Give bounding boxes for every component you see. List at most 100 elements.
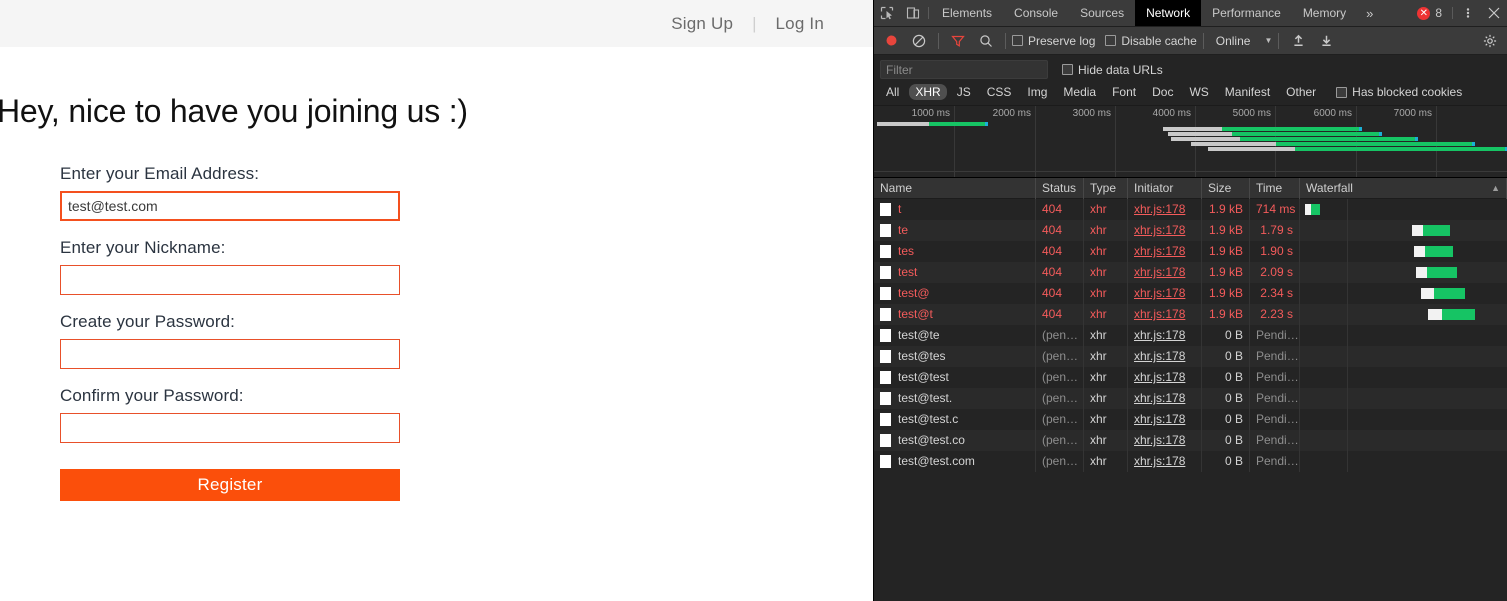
throttling-dropdown[interactable]: Online ▼ bbox=[1216, 34, 1273, 48]
tab-elements[interactable]: Elements bbox=[931, 0, 1003, 26]
more-options-icon[interactable] bbox=[1455, 0, 1481, 26]
error-count-badge[interactable]: ✕ 8 bbox=[1409, 0, 1450, 26]
column-header-size[interactable]: Size bbox=[1202, 178, 1250, 199]
column-header-initiator[interactable]: Initiator bbox=[1128, 178, 1202, 199]
cell-initiator: xhr.js:178 bbox=[1128, 325, 1202, 346]
tab-console[interactable]: Console bbox=[1003, 0, 1069, 26]
table-row[interactable]: te 404 xhr xhr.js:178 1.9 kB 1.79 s bbox=[874, 220, 1507, 241]
table-row[interactable]: test@te (pen… xhr xhr.js:178 0 B Pendi… bbox=[874, 325, 1507, 346]
field-email: Enter your Email Address: bbox=[60, 164, 400, 221]
overview-bar bbox=[1170, 137, 1418, 141]
close-icon[interactable] bbox=[1481, 0, 1507, 26]
initiator-link[interactable]: xhr.js:178 bbox=[1134, 307, 1185, 321]
device-toolbar-icon[interactable] bbox=[900, 0, 926, 26]
hide-data-urls-checkbox[interactable]: Hide data URLs bbox=[1062, 63, 1163, 77]
initiator-link[interactable]: xhr.js:178 bbox=[1134, 286, 1185, 300]
waterfall-divider bbox=[1347, 367, 1348, 388]
initiator-link[interactable]: xhr.js:178 bbox=[1134, 391, 1185, 405]
cell-initiator: xhr.js:178 bbox=[1128, 451, 1202, 472]
table-row[interactable]: test 404 xhr xhr.js:178 1.9 kB 2.09 s bbox=[874, 262, 1507, 283]
document-icon bbox=[880, 287, 891, 300]
tab-memory[interactable]: Memory bbox=[1292, 0, 1357, 26]
chevron-down-icon: ▼ bbox=[1264, 36, 1273, 45]
toolbar-divider-1 bbox=[938, 32, 939, 49]
password-input[interactable] bbox=[60, 339, 400, 369]
column-header-name[interactable]: Name bbox=[874, 178, 1036, 199]
type-filter-img[interactable]: Img bbox=[1021, 84, 1053, 100]
filter-input[interactable] bbox=[880, 60, 1048, 79]
type-filter-css[interactable]: CSS bbox=[981, 84, 1018, 100]
more-tabs-icon[interactable]: » bbox=[1357, 0, 1382, 26]
cell-waterfall bbox=[1300, 346, 1507, 367]
type-filter-manifest[interactable]: Manifest bbox=[1219, 84, 1276, 100]
log-in-link[interactable]: Log In bbox=[774, 14, 826, 34]
import-har-icon[interactable] bbox=[1285, 28, 1311, 54]
table-row[interactable]: test@test.c (pen… xhr xhr.js:178 0 B Pendi… bbox=[874, 409, 1507, 430]
cell-waterfall bbox=[1300, 430, 1507, 451]
initiator-link[interactable]: xhr.js:178 bbox=[1134, 349, 1185, 363]
cell-name: test@ bbox=[874, 283, 1036, 304]
inspect-element-icon[interactable] bbox=[874, 0, 900, 26]
type-filter-ws[interactable]: WS bbox=[1183, 84, 1214, 100]
table-header-row: Name Status Type Initiator Size Time Wat… bbox=[874, 178, 1507, 199]
type-filter-js[interactable]: JS bbox=[951, 84, 977, 100]
tab-performance[interactable]: Performance bbox=[1201, 0, 1292, 26]
initiator-link[interactable]: xhr.js:178 bbox=[1134, 412, 1185, 426]
nickname-input[interactable] bbox=[60, 265, 400, 295]
record-icon[interactable] bbox=[878, 28, 904, 54]
search-icon[interactable] bbox=[973, 28, 999, 54]
table-row[interactable]: test@ 404 xhr xhr.js:178 1.9 kB 2.34 s bbox=[874, 283, 1507, 304]
overview-bar-end bbox=[1414, 137, 1418, 141]
initiator-link[interactable]: xhr.js:178 bbox=[1134, 265, 1185, 279]
cell-initiator: xhr.js:178 bbox=[1128, 430, 1202, 451]
clear-icon[interactable] bbox=[906, 28, 932, 54]
column-header-status[interactable]: Status bbox=[1036, 178, 1084, 199]
cell-time: Pendi… bbox=[1250, 367, 1300, 388]
sign-up-link[interactable]: Sign Up bbox=[669, 14, 735, 34]
initiator-link[interactable]: xhr.js:178 bbox=[1134, 223, 1185, 237]
cell-size: 0 B bbox=[1202, 367, 1250, 388]
type-filter-media[interactable]: Media bbox=[1057, 84, 1102, 100]
cell-time: 2.34 s bbox=[1250, 283, 1300, 304]
column-header-time[interactable]: Time bbox=[1250, 178, 1300, 199]
table-row[interactable]: test@test.com (pen… xhr xhr.js:178 0 B Pendi… bbox=[874, 451, 1507, 472]
ruler-tick bbox=[1275, 172, 1276, 177]
table-row[interactable]: test@tes (pen… xhr xhr.js:178 0 B Pendi… bbox=[874, 346, 1507, 367]
type-filter-all[interactable]: All bbox=[880, 84, 905, 100]
disable-cache-box bbox=[1105, 35, 1117, 46]
table-row[interactable]: test@test. (pen… xhr xhr.js:178 0 B Pendi… bbox=[874, 388, 1507, 409]
initiator-link[interactable]: xhr.js:178 bbox=[1134, 244, 1185, 258]
type-filter-doc[interactable]: Doc bbox=[1146, 84, 1179, 100]
initiator-link[interactable]: xhr.js:178 bbox=[1134, 328, 1185, 342]
column-header-type[interactable]: Type bbox=[1084, 178, 1128, 199]
initiator-link[interactable]: xhr.js:178 bbox=[1134, 370, 1185, 384]
has-blocked-cookies-checkbox[interactable]: Has blocked cookies bbox=[1336, 85, 1462, 99]
type-filter-other[interactable]: Other bbox=[1280, 84, 1322, 100]
type-filter-font[interactable]: Font bbox=[1106, 84, 1142, 100]
column-header-waterfall[interactable]: Waterfall ▲ bbox=[1300, 178, 1507, 199]
table-row[interactable]: test@test.co (pen… xhr xhr.js:178 0 B Pendi… bbox=[874, 430, 1507, 451]
table-row[interactable]: t 404 xhr xhr.js:178 1.9 kB 714 ms bbox=[874, 199, 1507, 220]
network-overview-timeline[interactable]: 1000 ms 2000 ms 3000 ms 4000 ms 5000 ms 6000 … bbox=[874, 106, 1507, 178]
initiator-link[interactable]: xhr.js:178 bbox=[1134, 202, 1185, 216]
initiator-link[interactable]: xhr.js:178 bbox=[1134, 454, 1185, 468]
tab-network[interactable]: Network bbox=[1135, 0, 1202, 26]
export-har-icon[interactable] bbox=[1313, 28, 1339, 54]
tab-sources[interactable]: Sources bbox=[1069, 0, 1135, 26]
table-row[interactable]: test@t 404 xhr xhr.js:178 1.9 kB 2.23 s bbox=[874, 304, 1507, 325]
initiator-link[interactable]: xhr.js:178 bbox=[1134, 433, 1185, 447]
overview-ruler bbox=[874, 171, 1507, 177]
table-row[interactable]: test@test (pen… xhr xhr.js:178 0 B Pendi… bbox=[874, 367, 1507, 388]
gear-icon[interactable] bbox=[1477, 28, 1503, 54]
type-filter-xhr[interactable]: XHR bbox=[909, 84, 947, 100]
confirm-password-input[interactable] bbox=[60, 413, 400, 443]
cell-status: 404 bbox=[1036, 283, 1084, 304]
table-row[interactable]: tes 404 xhr xhr.js:178 1.9 kB 1.90 s bbox=[874, 241, 1507, 262]
disable-cache-checkbox[interactable]: Disable cache bbox=[1105, 34, 1197, 48]
email-input[interactable] bbox=[60, 191, 400, 221]
preserve-log-checkbox[interactable]: Preserve log bbox=[1012, 34, 1095, 48]
error-count-label: 8 bbox=[1435, 6, 1442, 20]
register-button[interactable]: Register bbox=[60, 469, 400, 501]
document-icon bbox=[880, 245, 891, 258]
filter-icon[interactable] bbox=[945, 28, 971, 54]
